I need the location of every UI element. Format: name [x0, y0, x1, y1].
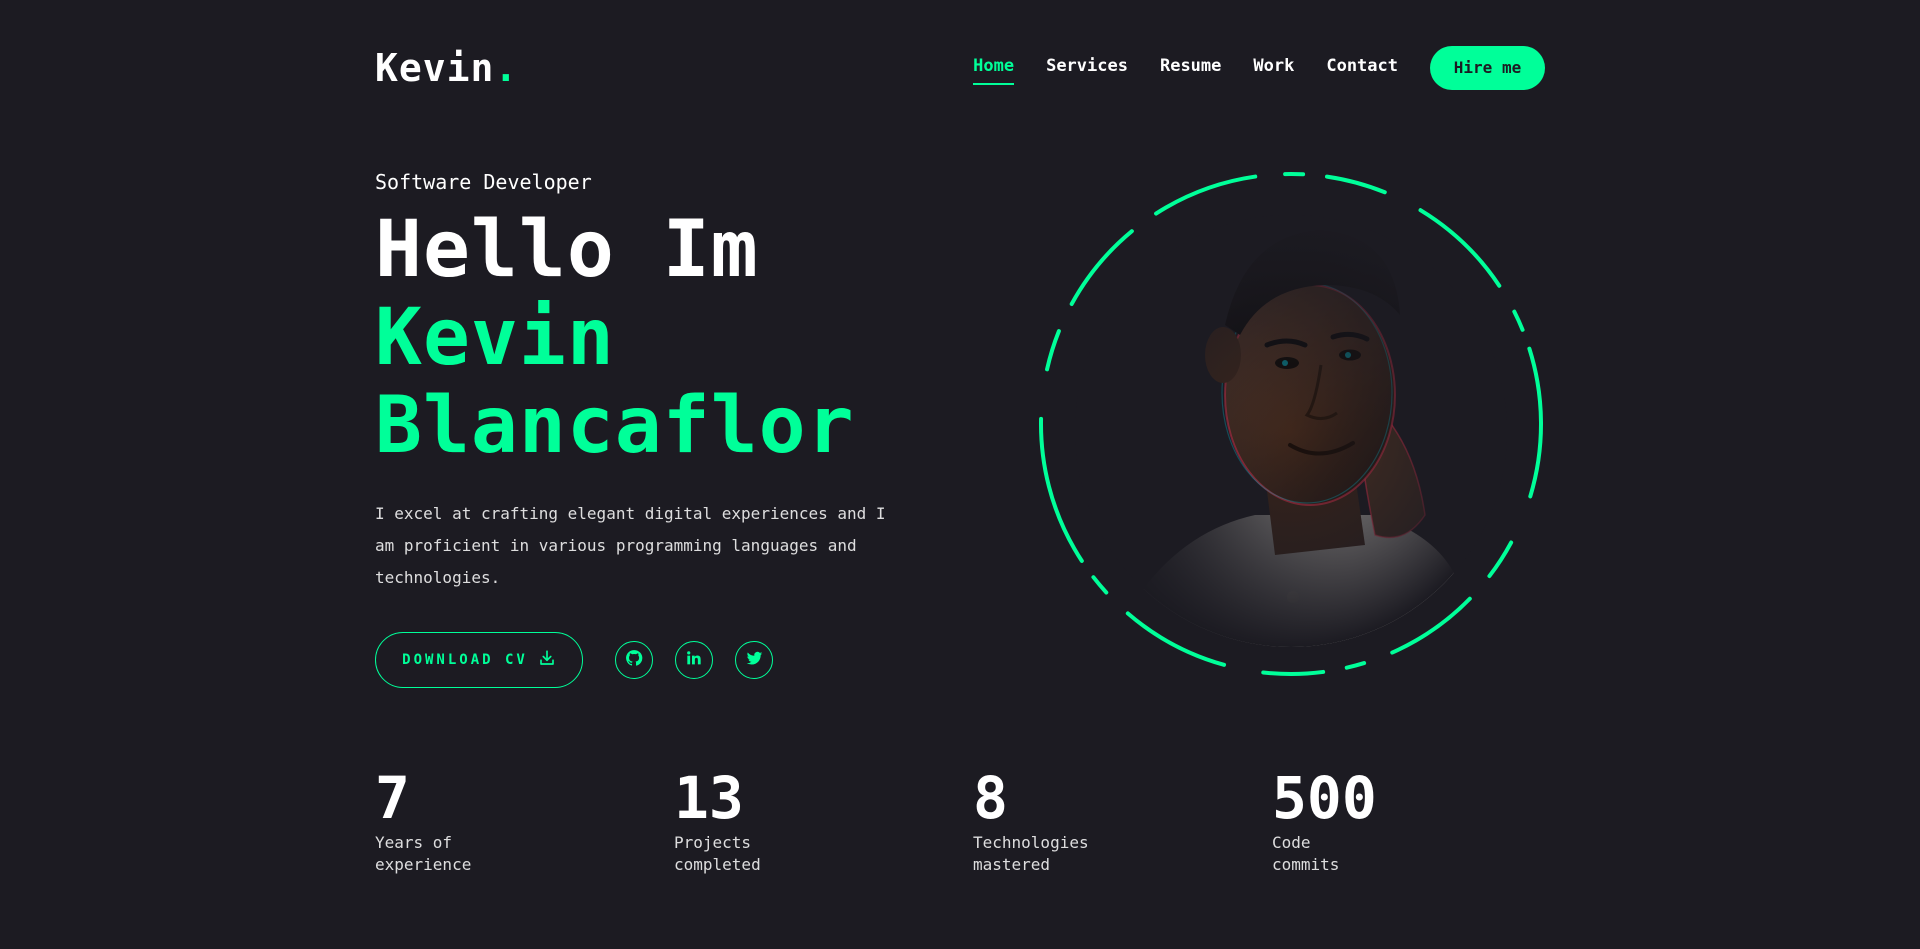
hero-headline: Hello Im Kevin Blancaflor	[375, 206, 935, 470]
stat-value: 13	[674, 764, 744, 832]
stat-item: 8 Technologies mastered	[973, 768, 1272, 876]
headline-first-name: Kevin	[375, 293, 615, 383]
nav-link-contact[interactable]: Contact	[1326, 56, 1398, 80]
nav-link-home[interactable]: Home	[973, 56, 1014, 85]
logo-dot: .	[494, 45, 519, 90]
github-link[interactable]	[615, 641, 653, 679]
download-cv-button[interactable]: DOWNLOAD CV	[375, 632, 583, 688]
nav-link-resume[interactable]: Resume	[1160, 56, 1221, 80]
headline-last-name: Blancaflor	[375, 381, 855, 471]
download-cv-label: DOWNLOAD CV	[402, 652, 528, 668]
profile-photo	[1075, 215, 1507, 647]
twitter-icon	[746, 650, 763, 671]
stat-label: Projects completed	[674, 833, 761, 874]
stat-item: 7 Years of experience	[375, 768, 674, 876]
logo[interactable]: Kevin.	[375, 46, 518, 90]
stat-value: 7	[375, 764, 410, 832]
github-icon	[625, 649, 643, 671]
stat-item: 13 Projects completed	[674, 768, 973, 876]
stat-item: 500 Code commits	[1272, 768, 1571, 876]
hero-section: Software Developer Hello Im Kevin Blanca…	[375, 170, 935, 688]
linkedin-icon	[686, 650, 702, 670]
twitter-link[interactable]	[735, 641, 773, 679]
nav-link-work[interactable]: Work	[1253, 56, 1294, 80]
logo-text: Kevin	[375, 45, 495, 90]
stat-label: Technologies mastered	[973, 833, 1089, 874]
role-title: Software Developer	[375, 170, 592, 194]
profile-portrait-image	[1075, 215, 1507, 647]
stats-section: 7 Years of experience 13 Projects comple…	[375, 768, 1575, 876]
hero-actions: DOWNLOAD CV	[375, 632, 935, 688]
main-nav: Home Services Resume Work Contact Hire m…	[973, 45, 1545, 90]
stat-value: 500	[1272, 764, 1377, 832]
hero-intro: I excel at crafting elegant digital expe…	[375, 504, 886, 587]
site-header: Kevin. Home Services Resume Work Contact…	[375, 40, 1545, 95]
social-links	[615, 641, 773, 679]
linkedin-link[interactable]	[675, 641, 713, 679]
hire-me-button[interactable]: Hire me	[1430, 45, 1545, 90]
download-icon	[538, 649, 556, 671]
stat-label: Code commits	[1272, 833, 1340, 874]
headline-greeting: Hello Im	[375, 205, 759, 295]
page: Kevin. Home Services Resume Work Contact…	[0, 0, 1920, 949]
stat-label: Years of experience	[375, 833, 472, 874]
stat-value: 8	[973, 764, 1008, 832]
nav-link-services[interactable]: Services	[1046, 56, 1128, 80]
